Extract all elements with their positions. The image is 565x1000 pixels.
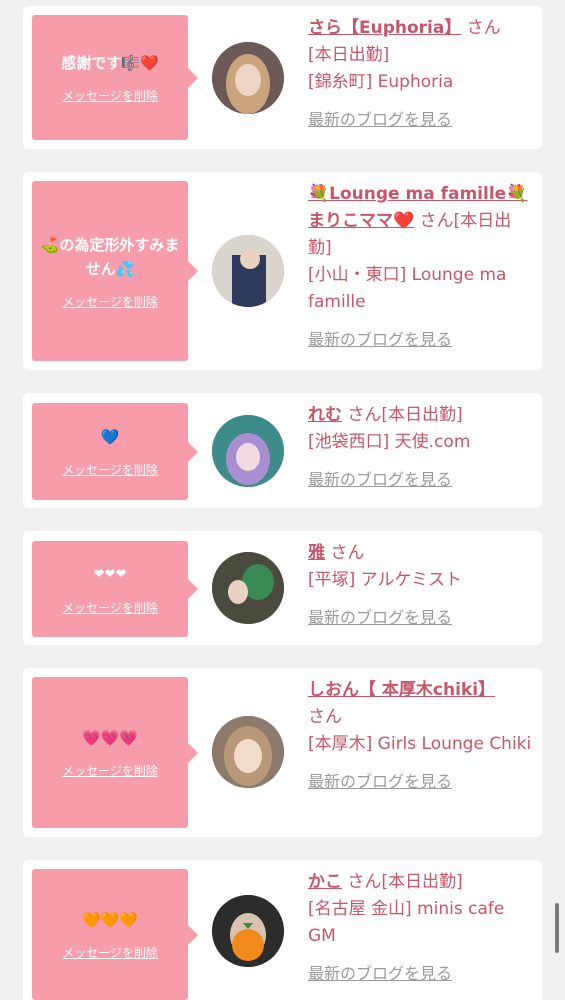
- avatar[interactable]: [212, 552, 284, 624]
- latest-blog-link[interactable]: 最新のブログを見る: [308, 604, 534, 631]
- cast-info: 雅 さん [平塚] アルケミスト 最新のブログを見る: [308, 540, 534, 631]
- delete-message-link[interactable]: メッセージを削除: [62, 87, 158, 104]
- status-label: [本日出勤]: [308, 45, 390, 65]
- delete-message-link[interactable]: メッセージを削除: [62, 944, 158, 961]
- shop-label: [名古屋 金山] minis cafe GM: [308, 899, 505, 946]
- message-text: 感謝です🎼❤️: [61, 54, 159, 72]
- cast-info: しおん【 本厚木chiki】 さん [本厚木] Girls Lounge Chi…: [308, 677, 534, 795]
- message-card: ❤❤❤ メッセージを削除 雅 さん [平塚] アルケミスト 最新のブログを見る: [23, 531, 542, 645]
- latest-blog-link[interactable]: 最新のブログを見る: [308, 106, 534, 133]
- cast-info: れむ さん[本日出勤] [池袋西口] 天使.com 最新のブログを見る: [308, 402, 534, 493]
- avatar-photo: [212, 415, 284, 487]
- avatar[interactable]: [212, 716, 284, 788]
- delete-message-link[interactable]: メッセージを削除: [62, 599, 158, 616]
- avatar[interactable]: [212, 42, 284, 114]
- status-label: [本日出勤]: [381, 872, 463, 892]
- avatar-photo: [212, 716, 284, 788]
- avatar-photo: [212, 895, 284, 967]
- message-text: 🧡🧡🧡: [81, 911, 139, 929]
- shop-label: [本厚木] Girls Lounge Chiki: [308, 734, 532, 754]
- honorific: さん: [308, 707, 342, 727]
- message-card: 💙 メッセージを削除 れむ さん[本日出勤] [池袋西口] 天使.com 最新の…: [23, 393, 542, 508]
- cast-info: 💐Lounge ma famille💐まりこママ❤️ さん[本日出勤] [小山・…: [308, 181, 534, 353]
- cast-name-link[interactable]: しおん【 本厚木chiki】: [308, 680, 495, 700]
- avatar-photo: [212, 42, 284, 114]
- avatar-photo: [212, 235, 284, 307]
- message-text: 💗💗💗: [81, 729, 139, 747]
- honorific: さん: [419, 211, 454, 231]
- cast-info: かこ さん[本日出勤] [名古屋 金山] minis cafe GM 最新のブロ…: [308, 869, 534, 987]
- scrollbar[interactable]: [555, 903, 559, 953]
- message-text: ⛳️の為定形外すみません💦: [40, 235, 180, 278]
- cast-info: さら【Euphoria】 さん [本日出勤] [錦糸町] Euphoria 最新…: [308, 15, 534, 133]
- cast-name-link[interactable]: れむ: [308, 405, 342, 425]
- message-bubble: ⛳️の為定形外すみません💦 メッセージを削除: [32, 181, 198, 361]
- shop-label: [小山・東口] Lounge ma famille: [308, 265, 507, 312]
- message-bubble: 感謝です🎼❤️ メッセージを削除: [32, 15, 198, 140]
- honorific: さん: [330, 543, 365, 563]
- message-text: ❤❤❤: [93, 566, 127, 582]
- delete-message-link[interactable]: メッセージを削除: [62, 293, 158, 310]
- message-card: 感謝です🎼❤️ メッセージを削除 さら【Euphoria】 さん [本日出勤] …: [23, 6, 542, 149]
- message-card: ⛳️の為定形外すみません💦 メッセージを削除 💐Lounge ma famill…: [23, 172, 542, 370]
- delete-message-link[interactable]: メッセージを削除: [62, 461, 158, 478]
- avatar-photo: [212, 552, 284, 624]
- latest-blog-link[interactable]: 最新のブログを見る: [308, 326, 534, 353]
- delete-message-link[interactable]: メッセージを削除: [62, 762, 158, 779]
- cast-name-link[interactable]: 雅: [308, 543, 325, 563]
- cast-name-link[interactable]: かこ: [308, 872, 342, 892]
- avatar[interactable]: [212, 235, 284, 307]
- shop-label: [平塚] アルケミスト: [308, 570, 462, 590]
- honorific: さん: [347, 872, 382, 892]
- latest-blog-link[interactable]: 最新のブログを見る: [308, 768, 534, 795]
- message-bubble: 💙 メッセージを削除: [32, 403, 198, 500]
- message-text: 💙: [100, 428, 120, 446]
- latest-blog-link[interactable]: 最新のブログを見る: [308, 466, 534, 493]
- message-card: 🧡🧡🧡 メッセージを削除 かこ さん[本日出勤] [名古屋 金山] minis …: [23, 860, 542, 1000]
- latest-blog-link[interactable]: 最新のブログを見る: [308, 960, 534, 987]
- avatar[interactable]: [212, 415, 284, 487]
- cast-name-link[interactable]: さら【Euphoria】: [308, 18, 461, 38]
- message-card: 💗💗💗 メッセージを削除 しおん【 本厚木chiki】 さん [本厚木] Gir…: [23, 668, 542, 837]
- honorific: さん: [466, 18, 501, 38]
- message-bubble: 💗💗💗 メッセージを削除: [32, 677, 198, 828]
- shop-label: [池袋西口] 天使.com: [308, 432, 471, 452]
- avatar[interactable]: [212, 895, 284, 967]
- status-label: [本日出勤]: [381, 405, 463, 425]
- message-bubble: ❤❤❤ メッセージを削除: [32, 541, 198, 637]
- shop-label: [錦糸町] Euphoria: [308, 72, 454, 92]
- honorific: さん: [347, 405, 382, 425]
- message-bubble: 🧡🧡🧡 メッセージを削除: [32, 869, 198, 1000]
